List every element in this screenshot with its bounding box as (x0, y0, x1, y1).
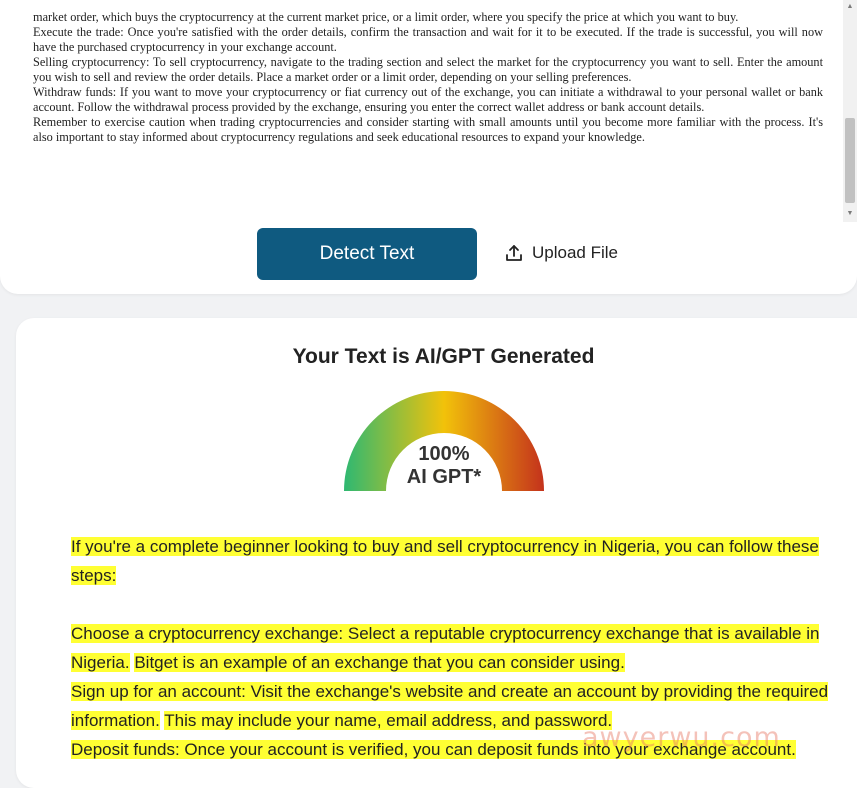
input-paragraph: Remember to exercise caution when tradin… (33, 115, 823, 144)
gauge-label: AI GPT* (406, 466, 482, 488)
watermark: awyerwu.com (582, 722, 781, 753)
upload-icon (504, 243, 524, 263)
input-paragraph: market order, which buys the cryptocurre… (33, 10, 739, 24)
highlighted-sentence: If you're a complete beginner looking to… (71, 537, 819, 585)
result-title: Your Text is AI/GPT Generated (292, 345, 595, 368)
input-paragraph: Withdraw funds: If you want to move your… (33, 85, 823, 114)
scroll-down-icon[interactable]: ▼ (843, 207, 857, 221)
highlighted-sentence: This may include your name, email addres… (164, 711, 613, 730)
input-paragraph: Execute the trade: Once you're satisfied… (33, 25, 823, 54)
gauge-percent: 100% (418, 443, 470, 465)
detect-text-button[interactable]: Detect Text (257, 228, 477, 280)
vertical-scrollbar[interactable]: ▲ ▼ (843, 0, 857, 222)
highlighted-paragraph: Choose a cryptocurrency exchange: Select… (71, 619, 831, 677)
highlighted-paragraph: If you're a complete beginner looking to… (71, 532, 831, 590)
text-input-area[interactable]: market order, which buys the cryptocurre… (0, 0, 857, 222)
scroll-up-icon[interactable]: ▲ (843, 0, 857, 14)
text-input-content[interactable]: market order, which buys the cryptocurre… (33, 10, 823, 145)
scrollbar-thumb[interactable] (845, 118, 855, 203)
highlighted-sentence: Bitget is an example of an exchange that… (134, 653, 625, 672)
input-paragraph: Selling cryptocurrency: To sell cryptocu… (33, 55, 823, 84)
upload-file-button[interactable]: Upload File (504, 238, 618, 268)
upload-file-label: Upload File (532, 243, 618, 262)
